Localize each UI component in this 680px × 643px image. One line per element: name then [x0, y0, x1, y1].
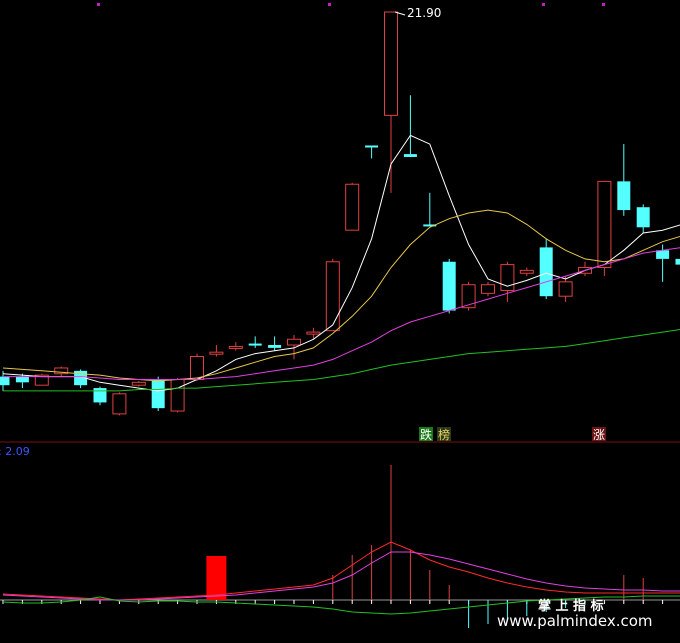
candle-body — [93, 388, 107, 403]
signal-label: 榜 — [438, 427, 450, 442]
candle-body — [228, 345, 243, 349]
candle-body — [248, 343, 262, 346]
top-marker — [328, 3, 331, 6]
candle-body — [306, 331, 321, 335]
moving-average-line — [3, 328, 680, 392]
candle-body — [365, 145, 379, 148]
moving-average-line — [2, 134, 680, 392]
candle-body — [384, 11, 398, 116]
candle-body — [190, 355, 204, 380]
moving-average-lines — [2, 134, 680, 392]
indicator-header: : 2.09 — [0, 445, 30, 458]
indicator-line — [2, 541, 680, 601]
candle-body — [656, 250, 670, 259]
candle-body — [519, 269, 534, 274]
top-marker — [542, 3, 545, 6]
candle-body — [287, 338, 301, 346]
candle-body — [636, 207, 650, 228]
candle-body — [170, 378, 185, 412]
candle-body — [481, 284, 495, 294]
candle-body — [209, 351, 224, 355]
candle-body — [112, 393, 127, 415]
indicator-block — [206, 556, 227, 600]
watermark: 掌 上 指 标 www.palmindex.com — [497, 598, 653, 630]
candle-body — [15, 376, 29, 383]
watermark-url: www.palmindex.com — [497, 612, 653, 630]
candle-body — [558, 281, 573, 297]
candle-body — [539, 247, 553, 297]
candle-body — [345, 183, 360, 231]
top-marker — [97, 3, 100, 6]
high-label: 21.90 — [407, 6, 441, 20]
candle-body — [131, 381, 146, 386]
signal-label: 跌 — [420, 427, 432, 442]
candle-body — [268, 345, 282, 348]
candle-body — [0, 376, 10, 386]
price-panel: 21.90 跌榜 涨 — [0, 6, 680, 442]
candle-body — [442, 261, 456, 311]
candle-body — [675, 258, 680, 265]
candle-body — [461, 284, 476, 309]
candle-body — [597, 180, 612, 268]
candle-body — [617, 181, 631, 211]
top-marker — [602, 3, 605, 6]
candle-body — [151, 379, 165, 409]
candle-body — [325, 261, 340, 332]
signal-label: 涨 — [593, 427, 605, 442]
candle-body — [403, 154, 417, 157]
chart: 21.90 跌榜 涨 : 2.09 掌 上 指 标 www.palmindex.co… — [0, 3, 680, 630]
